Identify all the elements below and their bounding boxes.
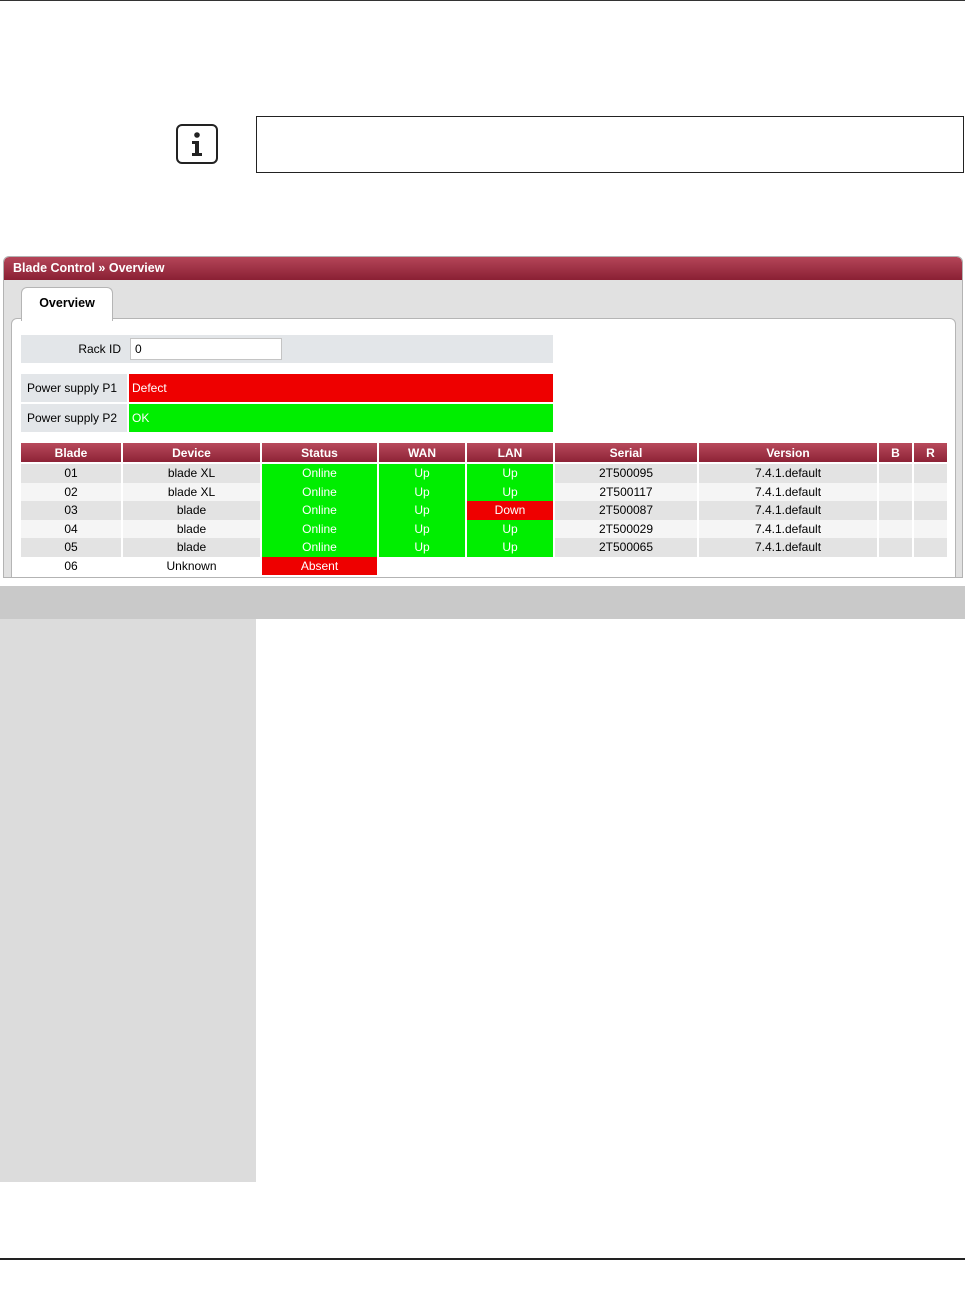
version-cell: 7.4.1.default — [699, 538, 877, 557]
power-supply-p1-row: Power supply P1 Defect — [21, 374, 553, 402]
rack-id-label: Rack ID — [78, 342, 121, 356]
b-cell — [879, 464, 912, 483]
col-header-r[interactable]: R — [914, 443, 947, 464]
power-supply-p1-status: Defect — [129, 374, 553, 402]
r-cell — [914, 482, 947, 501]
power-supply-p2-label: Power supply P2 — [21, 404, 127, 432]
panel-title: Blade Control » Overview — [4, 257, 962, 280]
col-header-wan[interactable]: WAN — [379, 443, 465, 464]
status-cell: Online — [262, 538, 377, 557]
serial-cell: 2T500117 — [555, 482, 697, 501]
bottom-rule — [0, 1258, 965, 1260]
blade-number: 04 — [21, 519, 121, 538]
table-row[interactable]: 03 blade Online Up Down 2T500087 7.4.1.d… — [21, 501, 947, 520]
r-cell — [914, 556, 947, 575]
table-header-row: Blade Device Status WAN LAN Serial Versi… — [21, 443, 947, 464]
status-cell: Online — [262, 464, 377, 483]
lan-cell: Up — [467, 464, 553, 483]
col-header-lan[interactable]: LAN — [467, 443, 553, 464]
note-box — [256, 116, 964, 173]
blade-control-panel: Blade Control » Overview Overview Rack I… — [3, 256, 963, 578]
top-rule — [0, 0, 965, 1]
col-header-blade[interactable]: Blade — [21, 443, 121, 464]
version-cell: 7.4.1.default — [699, 519, 877, 538]
rack-id-input[interactable] — [130, 338, 282, 360]
blade-table: Blade Device Status WAN LAN Serial Versi… — [19, 443, 949, 575]
serial-cell: 2T500087 — [555, 501, 697, 520]
blade-number: 01 — [21, 464, 121, 483]
status-cell: Online — [262, 519, 377, 538]
col-header-serial[interactable]: Serial — [555, 443, 697, 464]
lan-cell: Up — [467, 519, 553, 538]
col-header-status[interactable]: Status — [262, 443, 377, 464]
col-header-b[interactable]: B — [879, 443, 912, 464]
b-cell — [879, 501, 912, 520]
table-row[interactable]: 04 blade Online Up Up 2T500029 7.4.1.def… — [21, 519, 947, 538]
blade-number: 02 — [21, 482, 121, 501]
left-column-band — [0, 619, 256, 1182]
power-supply-p1-label: Power supply P1 — [21, 374, 127, 402]
wan-cell: Up — [379, 482, 465, 501]
rack-id-row: Rack ID — [21, 335, 553, 363]
device-name: blade — [123, 519, 260, 538]
wan-cell: Up — [379, 538, 465, 557]
status-cell: Online — [262, 482, 377, 501]
version-cell: 7.4.1.default — [699, 501, 877, 520]
wan-cell — [379, 556, 465, 575]
b-cell — [879, 482, 912, 501]
table-row[interactable]: 02 blade XL Online Up Up 2T500117 7.4.1.… — [21, 482, 947, 501]
wan-cell: Up — [379, 519, 465, 538]
info-icon — [176, 124, 218, 164]
wan-cell: Up — [379, 464, 465, 483]
status-cell: Online — [262, 501, 377, 520]
col-header-device[interactable]: Device — [123, 443, 260, 464]
r-cell — [914, 538, 947, 557]
table-row[interactable]: 06 Unknown Absent — [21, 556, 947, 575]
power-supply-p2-row: Power supply P2 OK — [21, 404, 553, 432]
lan-cell: Down — [467, 501, 553, 520]
serial-cell: 2T500065 — [555, 538, 697, 557]
power-supply-p2-status: OK — [129, 404, 553, 432]
device-name: blade — [123, 538, 260, 557]
table-row[interactable]: 05 blade Online Up Up 2T500065 7.4.1.def… — [21, 538, 947, 557]
b-cell — [879, 556, 912, 575]
tab-overview[interactable]: Overview — [21, 287, 113, 321]
device-name: blade — [123, 501, 260, 520]
blade-number: 05 — [21, 538, 121, 557]
version-cell: 7.4.1.default — [699, 464, 877, 483]
r-cell — [914, 519, 947, 538]
version-cell — [699, 556, 877, 575]
b-cell — [879, 519, 912, 538]
lan-cell: Up — [467, 482, 553, 501]
serial-cell: 2T500029 — [555, 519, 697, 538]
serial-cell: 2T500095 — [555, 464, 697, 483]
col-header-version[interactable]: Version — [699, 443, 877, 464]
lan-cell — [467, 556, 553, 575]
table-row[interactable]: 01 blade XL Online Up Up 2T500095 7.4.1.… — [21, 464, 947, 483]
blade-number: 03 — [21, 501, 121, 520]
version-cell: 7.4.1.default — [699, 482, 877, 501]
r-cell — [914, 464, 947, 483]
device-name: blade XL — [123, 482, 260, 501]
device-name: Unknown — [123, 556, 260, 575]
serial-cell — [555, 556, 697, 575]
table-header-band — [0, 586, 965, 619]
overview-content: Rack ID Power supply P1 Defect Power sup… — [11, 318, 956, 577]
blade-number: 06 — [21, 556, 121, 575]
status-cell: Absent — [262, 556, 377, 575]
r-cell — [914, 501, 947, 520]
lan-cell: Up — [467, 538, 553, 557]
b-cell — [879, 538, 912, 557]
wan-cell: Up — [379, 501, 465, 520]
device-name: blade XL — [123, 464, 260, 483]
